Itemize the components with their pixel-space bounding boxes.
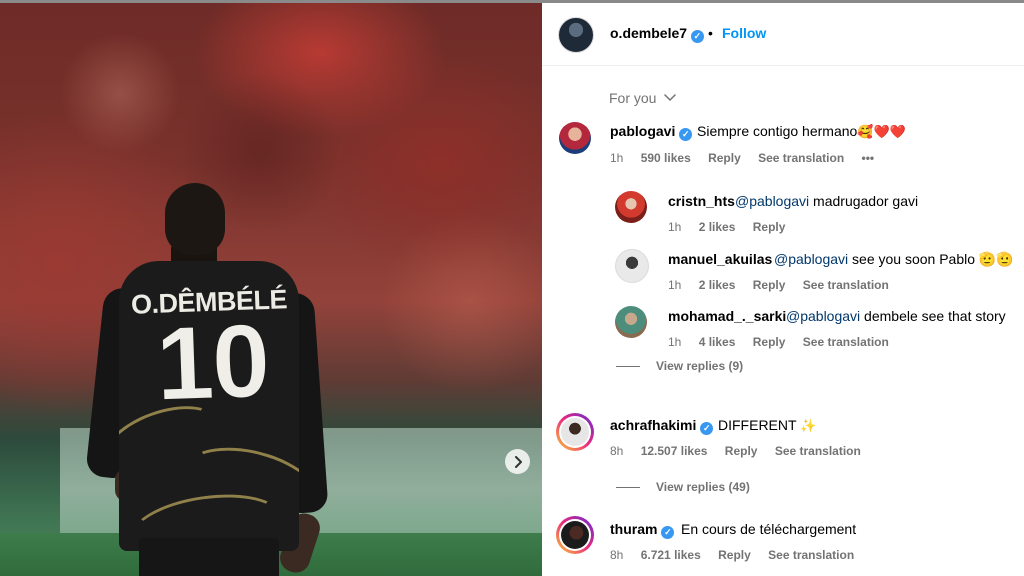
reply-text: @pablogavi see you soon Pablo 🫡🫡 [774, 251, 1014, 268]
reply-likes[interactable]: 2 likes [699, 220, 736, 234]
post-header: o.dembele7 ✓ • Follow [542, 3, 1024, 66]
reply-username[interactable]: cristn_hts [668, 193, 735, 209]
commenter-avatar[interactable] [556, 413, 594, 451]
reply-body: dembele see that story [860, 308, 1006, 324]
comment-likes[interactable]: 590 likes [641, 151, 691, 165]
view-replies-line [616, 366, 640, 368]
reply-username[interactable]: mohamad_._sarki [668, 308, 786, 324]
comment-emoji: ✨ [800, 418, 817, 433]
reply-mention[interactable]: @pablogavi [735, 193, 809, 209]
reply-likes[interactable]: 4 likes [699, 335, 736, 349]
reply-time: 1h [668, 278, 682, 292]
reply-button[interactable]: Reply [725, 444, 758, 458]
reply-button[interactable]: Reply [708, 151, 741, 165]
player-head [165, 183, 225, 255]
comment-emoji: 🥰❤️❤️ [857, 124, 906, 139]
reply-mention[interactable]: @pablogavi [786, 308, 860, 324]
view-replies-button[interactable]: View replies (9) [616, 359, 743, 373]
see-translation-button[interactable]: See translation [803, 278, 889, 292]
reply-text: @pablogavi madrugador gavi [735, 193, 918, 209]
author-username-text: o.dembele7 [610, 25, 688, 41]
sort-dropdown[interactable]: For you [609, 90, 677, 106]
chevron-down-icon [664, 94, 677, 102]
author-username[interactable]: o.dembele7 ✓ [610, 25, 704, 43]
reply-meta: 1h 2 likes Reply [668, 220, 799, 234]
reply-button[interactable]: Reply [753, 335, 786, 349]
comment-text: Siempre contigo hermano🥰❤️❤️ [697, 123, 906, 140]
separator-dot: • [708, 25, 713, 41]
commenter-avatar[interactable] [559, 122, 591, 154]
reply-text: @pablogavi dembele see that story [786, 308, 1006, 324]
comment-likes[interactable]: 12.507 likes [641, 444, 708, 458]
comment-username[interactable]: thuram ✓ [610, 521, 675, 539]
comment-body: Siempre contigo hermano [697, 123, 858, 139]
comment-text: DIFFERENT ✨ [718, 417, 816, 434]
see-translation-button[interactable]: See translation [758, 151, 844, 165]
view-replies-button[interactable]: View replies (49) [616, 480, 750, 494]
reply-body: madrugador gavi [809, 193, 919, 209]
comment-body: DIFFERENT [718, 417, 797, 433]
author-avatar[interactable] [558, 17, 594, 53]
comment-time: 8h [610, 548, 624, 562]
more-options-icon[interactable]: ••• [862, 151, 875, 165]
reply-button[interactable]: Reply [718, 548, 751, 562]
comments-panel: o.dembele7 ✓ • Follow For you pablogavi … [542, 3, 1024, 576]
player-shorts [139, 538, 279, 576]
comment-username[interactable]: achrafhakimi ✓ [610, 417, 714, 435]
see-translation-button[interactable]: See translation [768, 548, 854, 562]
view-replies-label: View replies (49) [656, 480, 750, 494]
see-translation-button[interactable]: See translation [775, 444, 861, 458]
verified-icon: ✓ [679, 128, 693, 141]
comment-body: En cours de téléchargement [681, 521, 857, 537]
reply-likes[interactable]: 2 likes [699, 278, 736, 292]
comment-meta: 8h 6.721 likes Reply See translation [610, 548, 868, 562]
comment-time: 1h [610, 151, 624, 165]
reply-body: see you soon Pablo 🫡🫡 [848, 251, 1014, 267]
comment-username[interactable]: pablogavi ✓ [610, 123, 693, 141]
reply-meta: 1h 2 likes Reply See translation [668, 278, 903, 292]
view-replies-label: View replies (9) [656, 359, 744, 373]
comment-text: En cours de téléchargement [681, 521, 856, 537]
comment-likes[interactable]: 6.721 likes [641, 548, 701, 562]
comment-username-text: pablogavi [610, 123, 676, 139]
comment-time: 8h [610, 444, 624, 458]
post-photo: O.DÊMBÉLÉ 10 [0, 3, 542, 576]
chevron-right-icon [514, 455, 522, 468]
verified-icon: ✓ [661, 526, 675, 539]
verified-icon: ✓ [700, 422, 714, 435]
comment-username-text: thuram [610, 521, 658, 537]
reply-avatar[interactable] [615, 306, 647, 338]
jersey-number: 10 [154, 303, 271, 424]
commenter-avatar[interactable] [556, 516, 594, 554]
reply-mention[interactable]: @pablogavi [774, 251, 848, 267]
see-translation-button[interactable]: See translation [803, 335, 889, 349]
verified-icon: ✓ [690, 30, 704, 43]
next-photo-button[interactable] [505, 449, 530, 474]
follow-button[interactable]: Follow [722, 25, 766, 41]
player-figure: O.DÊMBÉLÉ 10 [85, 183, 330, 576]
reply-meta: 1h 4 likes Reply See translation [668, 335, 903, 349]
view-replies-line [616, 487, 640, 489]
reply-time: 1h [668, 335, 682, 349]
reply-time: 1h [668, 220, 682, 234]
reply-avatar[interactable] [615, 191, 647, 223]
reply-button[interactable]: Reply [753, 278, 786, 292]
comment-username-text: achrafhakimi [610, 417, 697, 433]
comment-meta: 8h 12.507 likes Reply See translation [610, 444, 875, 458]
reply-username[interactable]: manuel_akuilas [668, 251, 772, 267]
reply-button[interactable]: Reply [753, 220, 786, 234]
sort-label: For you [609, 90, 657, 106]
comment-meta: 1h 590 likes Reply See translation ••• [610, 151, 888, 165]
reply-avatar[interactable] [615, 249, 649, 283]
